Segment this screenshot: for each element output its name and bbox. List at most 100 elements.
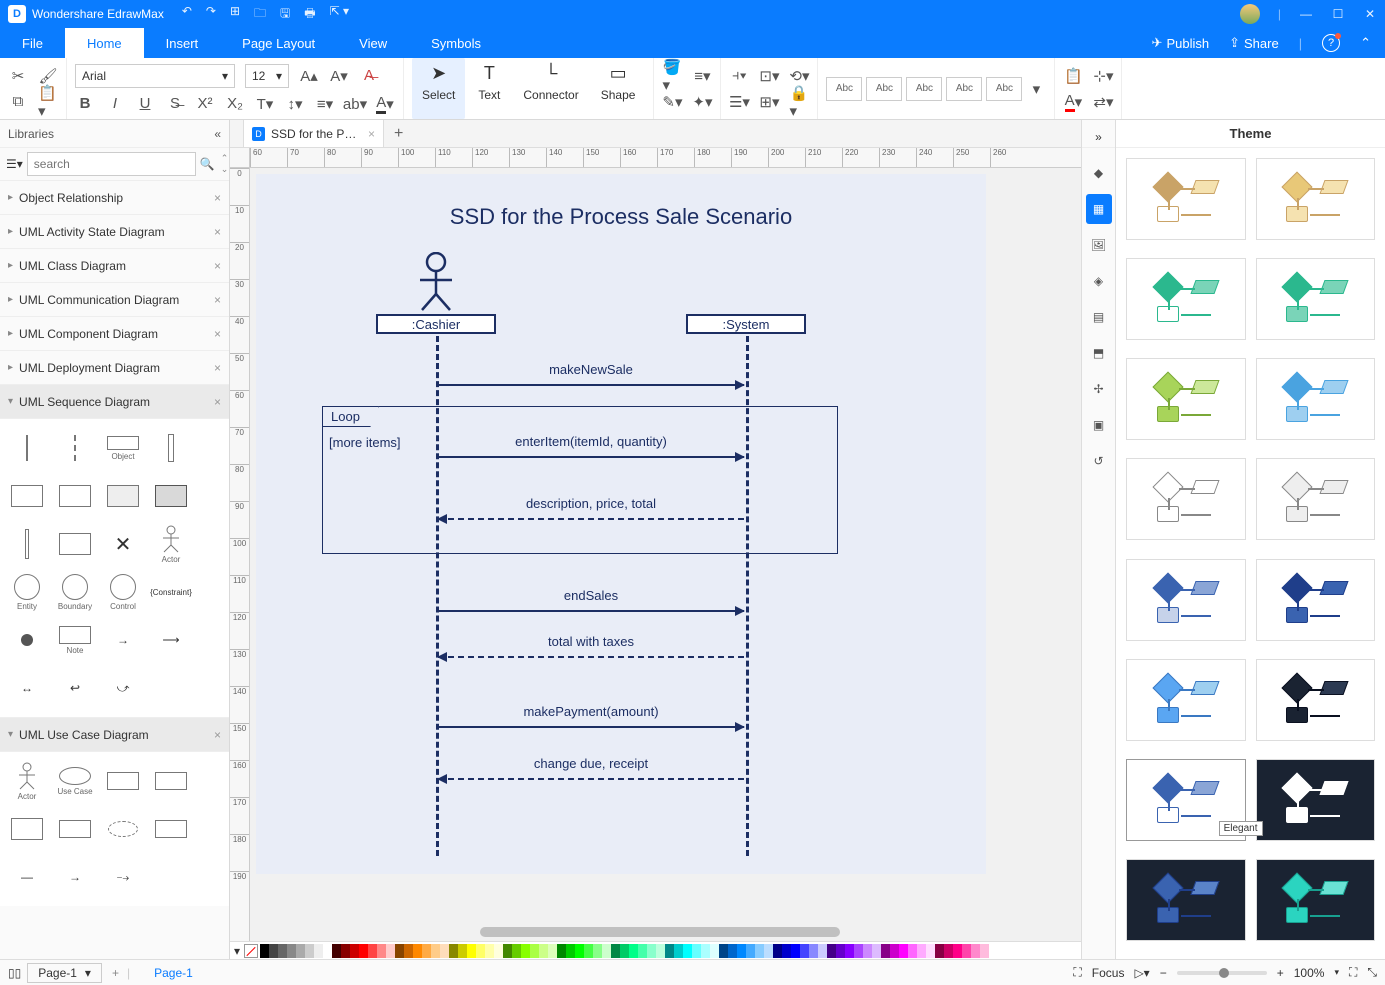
lifeline-cashier[interactable]: :Cashier [376,314,496,334]
color-swatch[interactable] [323,944,332,958]
color-swatch[interactable] [863,944,872,958]
color-swatch[interactable] [647,944,656,958]
menu-page-layout[interactable]: Page Layout [220,28,337,58]
color-swatch[interactable] [881,944,890,958]
shape-object[interactable]: Object [100,425,146,471]
shape-rect[interactable] [52,521,98,567]
library-uml-communication-diagram[interactable]: ▸UML Communication Diagram× [0,282,229,316]
shape-return[interactable]: ⟶ [148,617,194,663]
color-swatch[interactable] [872,944,881,958]
export-icon[interactable]: ⇱ ▾ [330,4,349,25]
color-swatch[interactable] [719,944,728,958]
color-swatch[interactable] [548,944,557,958]
library-menu-icon[interactable]: ☰▾ [6,157,23,171]
theme-item-7[interactable] [1256,458,1376,540]
highlight-icon[interactable]: ab▾ [345,94,365,114]
line-style-icon[interactable]: ≡▾ [692,66,712,86]
rtb-layers-icon[interactable]: ◈ [1086,266,1112,296]
color-swatch[interactable] [611,944,620,958]
shape-activation[interactable] [148,425,194,471]
zoom-out-icon[interactable]: − [1160,966,1167,980]
color-swatch[interactable] [971,944,980,958]
uc-line3[interactable]: ⤍ [100,854,146,900]
horizontal-scrollbar[interactable] [250,923,1081,941]
outline-icon[interactable]: ▯▯ [8,966,21,980]
print-icon[interactable]: 🖶 [304,4,315,25]
color-swatch[interactable] [593,944,602,958]
uc-collab[interactable] [100,806,146,852]
clear-format-icon[interactable]: A̶ [359,66,379,86]
quick-style-1[interactable]: Abc [826,77,862,101]
menu-home[interactable]: Home [65,28,144,58]
ribbon-collapse-icon[interactable]: ⌃ [1360,35,1371,51]
fullscreen-icon[interactable]: ⤡ [1367,965,1377,980]
color-swatch[interactable] [926,944,935,958]
strike-icon[interactable]: S̶ [165,94,185,114]
color-swatch[interactable] [602,944,611,958]
distribute-icon[interactable]: ⊞▾ [759,92,779,112]
color-swatch[interactable] [908,944,917,958]
text-spacing-icon[interactable]: ↕▾ [285,94,305,114]
publish-button[interactable]: ✈Publish [1152,35,1210,51]
save-icon[interactable]: 🖫 [280,4,290,25]
theme-item-14[interactable] [1126,859,1246,941]
uc-line2[interactable]: → [52,854,98,900]
uc-line1[interactable]: — [4,854,50,900]
loop-fragment[interactable]: Loop [more items] [322,406,838,554]
scroll-up-icon[interactable]: ⌃ [221,153,229,164]
shape-frame1[interactable] [4,473,50,519]
color-swatch[interactable] [521,944,530,958]
color-swatch[interactable] [260,944,269,958]
color-swatch[interactable] [422,944,431,958]
color-swatch[interactable] [467,944,476,958]
color-swatch[interactable] [692,944,701,958]
tool-select[interactable]: ➤Select [412,58,465,119]
color-swatch[interactable] [656,944,665,958]
library-uml-class-diagram[interactable]: ▸UML Class Diagram× [0,248,229,282]
rtb-history-icon[interactable]: ↺ [1086,446,1112,476]
rtb-page-icon[interactable]: ▤ [1086,302,1112,332]
shape-dot[interactable] [4,617,50,663]
color-swatch[interactable] [737,944,746,958]
undo-icon[interactable]: ↶ [182,4,192,25]
color-swatch[interactable] [341,944,350,958]
quick-style-3[interactable]: Abc [906,77,942,101]
color-swatch[interactable] [584,944,593,958]
fit-page-icon[interactable]: ⛶ [1349,965,1357,980]
add-tab-button[interactable]: + [384,125,413,143]
theme-item-6[interactable] [1126,458,1246,540]
color-swatch[interactable] [539,944,548,958]
quick-style-5[interactable]: Abc [986,77,1022,101]
shape-lifeline2[interactable] [52,425,98,471]
increase-font-icon[interactable]: A▴ [299,66,319,86]
tab-close-icon[interactable]: × [368,127,375,141]
color-swatch[interactable] [530,944,539,958]
zoom-value[interactable]: 100% [1294,966,1325,980]
rtb-export-icon[interactable]: ⬒ [1086,338,1112,368]
color-swatch[interactable] [944,944,953,958]
rotate-icon[interactable]: ⟲▾ [789,66,809,86]
new-icon[interactable]: ⊞ [230,4,240,25]
color-swatch[interactable] [440,944,449,958]
msg-total[interactable]: total with taxes [438,634,744,649]
color-swatch[interactable] [980,944,989,958]
shape-actor[interactable]: Actor [148,521,194,567]
color-swatch[interactable] [503,944,512,958]
shape-note[interactable]: Note [52,617,98,663]
shape-destroy[interactable]: ✕ [100,521,146,567]
color-swatch[interactable] [917,944,926,958]
color-swatch[interactable] [404,944,413,958]
msg-description[interactable]: description, price, total [438,496,744,511]
bold-icon[interactable]: B [75,94,95,114]
color-swatch[interactable] [269,944,278,958]
color-swatch[interactable] [476,944,485,958]
color-swatch[interactable] [791,944,800,958]
close-library-icon[interactable]: × [214,293,221,307]
open-icon[interactable]: 🗀 [254,4,266,25]
minimize-icon[interactable]: — [1299,7,1313,21]
underline-icon[interactable]: U [135,94,155,114]
color-swatch[interactable] [314,944,323,958]
library-uml-component-diagram[interactable]: ▸UML Component Diagram× [0,316,229,350]
color-swatch[interactable] [800,944,809,958]
present-play-icon[interactable]: ▷▾ [1134,966,1149,980]
